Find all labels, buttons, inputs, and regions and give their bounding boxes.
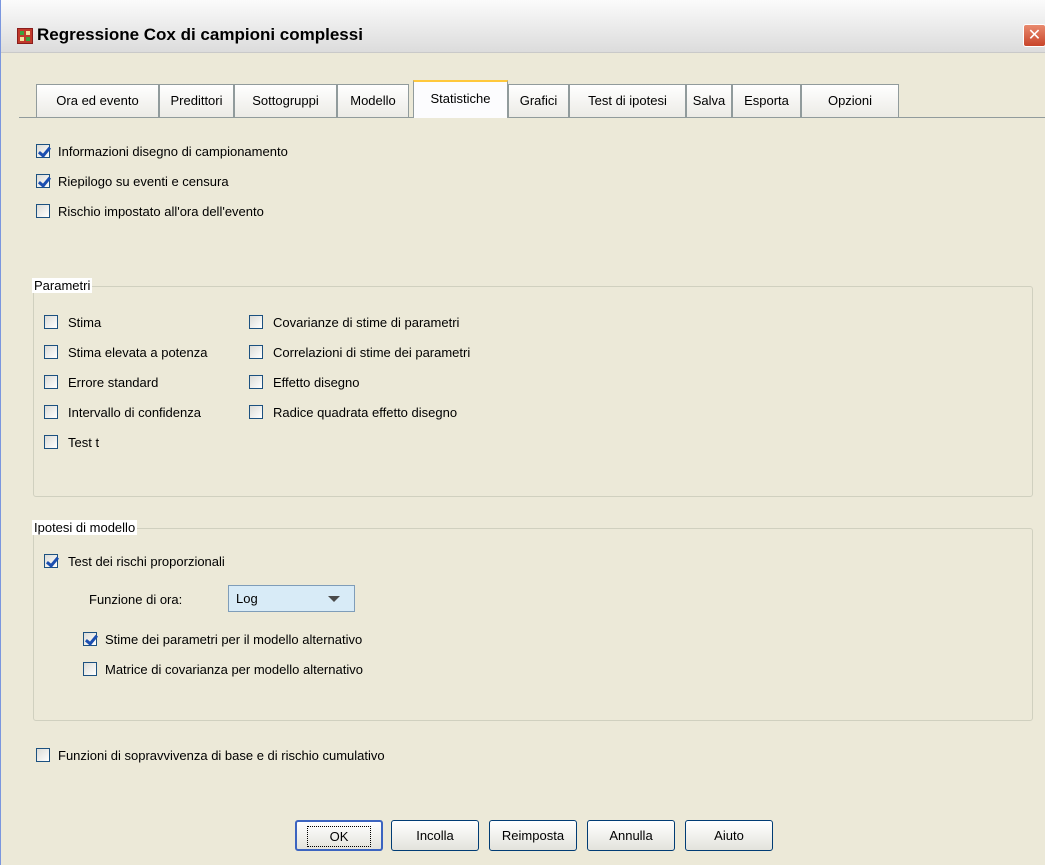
aiuto-button[interactable]: Aiuto (685, 820, 773, 851)
rischio-impostato-checkbox[interactable] (36, 204, 50, 218)
funzioni-sopravvivenza-label: Funzioni di sopravvivenza di base e di r… (58, 748, 385, 763)
parametri-group-title: Parametri (32, 278, 93, 293)
close-button[interactable]: ✕ (1023, 24, 1045, 47)
matrice-covarianza-label: Matrice di covarianza per modello altern… (105, 662, 363, 677)
errore-standard-checkbox[interactable] (44, 375, 58, 389)
stime-alternativo-checkbox[interactable] (83, 632, 97, 646)
annulla-button[interactable]: Annulla (587, 820, 675, 851)
informazioni-disegno-label: Informazioni disegno di campionamento (58, 144, 288, 159)
correlazioni-stime-label: Correlazioni di stime dei parametri (273, 345, 471, 360)
tab-salva[interactable]: Salva (686, 84, 732, 117)
tab-panel-border (19, 117, 1045, 118)
radice-quadrata-label: Radice quadrata effetto disegno (273, 405, 458, 420)
radice-quadrata-checkbox[interactable] (249, 405, 263, 419)
spss-table-icon (17, 28, 33, 44)
tab-grafici[interactable]: Grafici (508, 84, 569, 117)
tab-test-di-ipotesi[interactable]: Test di ipotesi (569, 84, 686, 117)
informazioni-disegno-checkbox[interactable] (36, 144, 50, 158)
riepilogo-eventi-checkbox[interactable] (36, 174, 50, 188)
effetto-disegno-label: Effetto disegno (273, 375, 360, 390)
correlazioni-stime-checkbox[interactable] (249, 345, 263, 359)
riepilogo-eventi-label: Riepilogo su eventi e censura (58, 174, 229, 189)
funzioni-sopravvivenza-checkbox[interactable] (36, 748, 50, 762)
stima-label: Stima (68, 315, 102, 330)
reimposta-button[interactable]: Reimposta (489, 820, 577, 851)
effetto-disegno-checkbox[interactable] (249, 375, 263, 389)
ok-button-label: OK (306, 826, 372, 847)
tab-ora-ed-evento[interactable]: Ora ed evento (36, 84, 159, 117)
rischio-impostato-label: Rischio impostato all'ora dell'evento (58, 204, 264, 219)
stima-elevata-checkbox[interactable] (44, 345, 58, 359)
incolla-button[interactable]: Incolla (391, 820, 479, 851)
title-bar[interactable]: Regressione Cox di campioni complessi ✕ (1, 0, 1045, 53)
chevron-down-icon (328, 596, 340, 602)
intervallo-confidenza-label: Intervallo di confidenza (68, 405, 201, 420)
ok-button[interactable]: OK (295, 820, 383, 851)
stima-elevata-label: Stima elevata a potenza (68, 345, 208, 360)
tab-statistiche[interactable]: Statistiche (413, 80, 508, 118)
funzione-ora-label: Funzione di ora: (89, 592, 183, 607)
tab-sottogruppi[interactable]: Sottogruppi (234, 84, 337, 117)
funzione-ora-dropdown[interactable]: Log (228, 585, 355, 612)
test-t-label: Test t (68, 435, 100, 450)
parametri-group (33, 286, 1033, 497)
tab-predittori[interactable]: Predittori (159, 84, 234, 117)
matrice-covarianza-checkbox[interactable] (83, 662, 97, 676)
tab-opzioni[interactable]: Opzioni (801, 84, 899, 117)
covarianze-stime-label: Covarianze di stime di parametri (273, 315, 460, 330)
window-title: Regressione Cox di campioni complessi (37, 25, 363, 44)
covarianze-stime-checkbox[interactable] (249, 315, 263, 329)
intervallo-confidenza-checkbox[interactable] (44, 405, 58, 419)
tab-modello[interactable]: Modello (337, 84, 409, 117)
test-rischi-label: Test dei rischi proporzionali (68, 554, 225, 569)
ipotesi-group-title: Ipotesi di modello (32, 520, 138, 535)
test-rischi-checkbox[interactable] (44, 554, 58, 568)
test-t-checkbox[interactable] (44, 435, 58, 449)
stima-checkbox[interactable] (44, 315, 58, 329)
tab-esporta[interactable]: Esporta (732, 84, 801, 117)
errore-standard-label: Errore standard (68, 375, 159, 390)
stime-alternativo-label: Stime dei parametri per il modello alter… (105, 632, 363, 647)
funzione-ora-value: Log (236, 591, 258, 606)
